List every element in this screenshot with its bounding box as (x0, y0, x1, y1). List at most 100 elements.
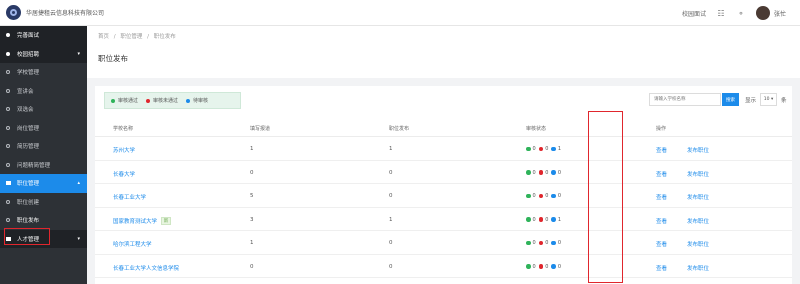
approved-count: 0 (532, 146, 536, 152)
view-link[interactable]: 查看 (656, 240, 667, 248)
grid-icon[interactable]: ☷ (716, 8, 726, 18)
chevron-up-icon: ▴ (77, 180, 80, 187)
post-count: 1 (389, 216, 393, 223)
content-card: 审核通过 审核未通过 待审核 搜索 显示 10 ▾ 条 学校名称 填写报道 职位… (95, 86, 792, 284)
breadcrumb-job-mgmt[interactable]: 职位管理 (120, 34, 142, 40)
report-count: 0 (250, 263, 254, 270)
school-name-link[interactable]: 长春工业大学 (113, 193, 146, 201)
view-link[interactable]: 查看 (656, 146, 667, 154)
view-link[interactable]: 查看 (656, 170, 667, 178)
pending-count: 1 (557, 216, 562, 223)
column-header: 操作 (656, 126, 667, 132)
green-dot-icon (111, 98, 115, 103)
blue-dot-icon (551, 170, 556, 175)
view-link[interactable]: 查看 (656, 217, 667, 225)
sidebar-item-job-mgmt[interactable]: 职位管理 ▴ (0, 174, 87, 193)
post-count: 0 (389, 193, 393, 199)
approved-count: 0 (532, 216, 536, 223)
table-row: 哈尔滨工程大学 1 0 0 0 0 查看 发布职位 (95, 231, 792, 255)
sidebar-item-label: 职位创建 (17, 199, 40, 206)
blue-dot-icon (551, 240, 556, 246)
post-count: 0 (389, 169, 393, 176)
blue-dot-icon (551, 264, 556, 269)
search-input[interactable] (649, 93, 721, 106)
publish-job-link[interactable]: 发布职位 (687, 193, 709, 201)
sidebar-item-label: 宣讲会 (17, 88, 34, 95)
school-name-link[interactable]: 长春大学 (113, 170, 135, 178)
dot-icon (6, 51, 10, 56)
view-link[interactable]: 查看 (656, 193, 667, 201)
sidebar-item-position-mgmt[interactable]: 岗位管理 (0, 119, 87, 138)
blue-dot-icon (551, 217, 556, 222)
school-name-link[interactable]: 国家教育测试大学 (113, 217, 157, 225)
post-count: 0 (389, 240, 393, 246)
sidebar-item-questions[interactable]: 问题精简管理 (0, 156, 87, 175)
sidebar-item-job-publish[interactable]: 职位发布 (0, 211, 87, 230)
circle-icon (6, 162, 10, 167)
sidebar: 完善面试 校园招聘 ▾ 学校管理 宣讲会 双选会 岗位管理 简历管理 问题精简管… (0, 26, 87, 284)
logo-icon (6, 5, 21, 20)
sidebar-item-presentation[interactable]: 宣讲会 (0, 82, 87, 101)
publish-job-link[interactable]: 发布职位 (687, 146, 709, 154)
status-legend: 审核通过 审核未通过 待审核 (104, 92, 241, 109)
circle-icon (6, 88, 10, 93)
avatar[interactable] (755, 6, 770, 20)
school-name-link[interactable]: 长春工业大学人文信息学院 (113, 264, 179, 272)
report-count: 0 (250, 169, 254, 176)
red-dot-icon (538, 217, 544, 222)
pending-count: 0 (557, 263, 562, 270)
table-row: 长春工业大学人文信息学院 0 0 0 0 0 查看 发布职位 (95, 255, 792, 278)
search-button[interactable]: 搜索 (722, 93, 739, 106)
review-status: 0 0 1 (526, 217, 564, 223)
sidebar-item-resume[interactable]: 简历管理 (0, 137, 87, 156)
pending-count: 1 (557, 146, 562, 152)
bell-icon[interactable]: ⚬ (736, 8, 746, 18)
publish-job-link[interactable]: 发布职位 (687, 264, 709, 272)
view-link[interactable]: 查看 (656, 264, 667, 272)
red-dot-icon (538, 170, 544, 175)
sidebar-item-label: 完善面试 (17, 33, 40, 40)
approved-count: 0 (532, 240, 536, 246)
school-name-link[interactable]: 哈尔滨工程大学 (113, 240, 152, 248)
folder-icon (6, 181, 11, 186)
breadcrumb: 首页 / 职位管理 / 职位发布 (98, 32, 179, 40)
red-dot-icon (538, 193, 544, 199)
table-row: 长春工业大学 5 0 0 0 0 查看 发布职位 (95, 184, 792, 208)
report-count: 1 (250, 240, 254, 246)
column-header: 学校名称 (113, 126, 134, 132)
blue-dot-icon (551, 146, 556, 152)
campus-interview-link[interactable]: 校园面试 (682, 9, 706, 18)
pending-count: 0 (557, 169, 562, 176)
publish-job-link[interactable]: 发布职位 (687, 170, 709, 178)
sidebar-item-school[interactable]: 学校管理 (0, 63, 87, 82)
main-content: 首页 / 职位管理 / 职位发布 职位发布 审核通过 审核未通过 待审核 搜索 … (87, 26, 800, 284)
rejected-count: 0 (545, 263, 549, 270)
rejected-count: 0 (545, 193, 549, 199)
approved-count: 0 (532, 169, 536, 176)
breadcrumb-home[interactable]: 首页 (98, 34, 109, 40)
publish-job-link[interactable]: 发布职位 (687, 240, 709, 248)
post-count: 0 (389, 263, 393, 270)
column-header: 职位发布 (389, 126, 410, 132)
sidebar-item-label: 职位管理 (17, 181, 40, 188)
red-dot-icon (146, 98, 151, 103)
publish-job-link[interactable]: 发布职位 (687, 217, 709, 225)
column-header: 填写报道 (250, 126, 271, 132)
green-dot-icon (526, 240, 531, 246)
username[interactable]: 张忙 (774, 9, 786, 18)
pending-count: 0 (557, 240, 562, 246)
sidebar-item-interview[interactable]: 完善面试 (0, 26, 87, 45)
sidebar-item-job-fair[interactable]: 双选会 (0, 100, 87, 119)
red-dot-icon (538, 146, 544, 152)
table-header: 学校名称 填写报道 职位发布 审核状态 操作 (95, 119, 792, 137)
post-count: 1 (389, 146, 393, 152)
sidebar-item-job-create[interactable]: 职位创建 (0, 193, 87, 212)
sidebar-item-campus-recruit[interactable]: 校园招聘 ▾ (0, 44, 87, 63)
sidebar-item-label: 校园招聘 (17, 51, 40, 58)
school-name-link[interactable]: 苏州大学 (113, 146, 135, 154)
page-title: 职位发布 (98, 54, 128, 63)
sidebar-item-label: 学校管理 (17, 70, 40, 77)
review-status: 0 0 1 (526, 146, 564, 152)
page-size-select[interactable]: 10 ▾ (760, 93, 777, 106)
sidebar-item-label: 问题精简管理 (17, 162, 51, 169)
